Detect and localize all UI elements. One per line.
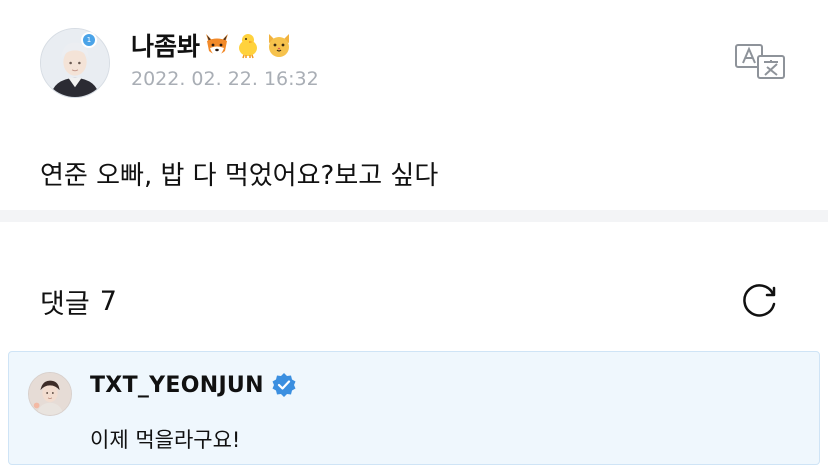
comment-avatar[interactable] (28, 372, 72, 416)
author-avatar[interactable] (40, 28, 110, 98)
comments-count: 7 (99, 286, 117, 317)
translate-icon (735, 44, 785, 79)
level-badge: 1 (81, 32, 97, 48)
author-row: 나좀봐 (131, 28, 293, 62)
post-body: 연준 오빠, 밥 다 먹었어요?보고 싶다 (40, 161, 439, 191)
comment-author[interactable]: TXT_YEONJUN (90, 373, 264, 398)
comment-text: 이제 먹을라구요! (90, 428, 241, 452)
post-header: 1 나좀봐 2022. 02. 22. 16:32 (0, 0, 828, 120)
comment-item[interactable]: TXT_YEONJUN 이제 먹을라구요! (8, 351, 820, 465)
comments-label: 댓글 (40, 289, 90, 320)
comment-author-row: TXT_YEONJUN (90, 372, 297, 398)
refresh-icon (743, 284, 776, 317)
section-divider (0, 210, 828, 222)
fox-emoji-icon (203, 31, 231, 59)
translate-button[interactable] (734, 42, 786, 82)
chick-emoji-icon (234, 31, 262, 59)
comments-header: 댓글 7 (40, 282, 117, 321)
verified-badge-icon (271, 372, 297, 398)
post-timestamp: 2022. 02. 22. 16:32 (131, 68, 319, 90)
refresh-button[interactable] (740, 280, 780, 320)
cat-emoji-icon (265, 31, 293, 59)
author-name[interactable]: 나좀봐 (131, 27, 200, 63)
